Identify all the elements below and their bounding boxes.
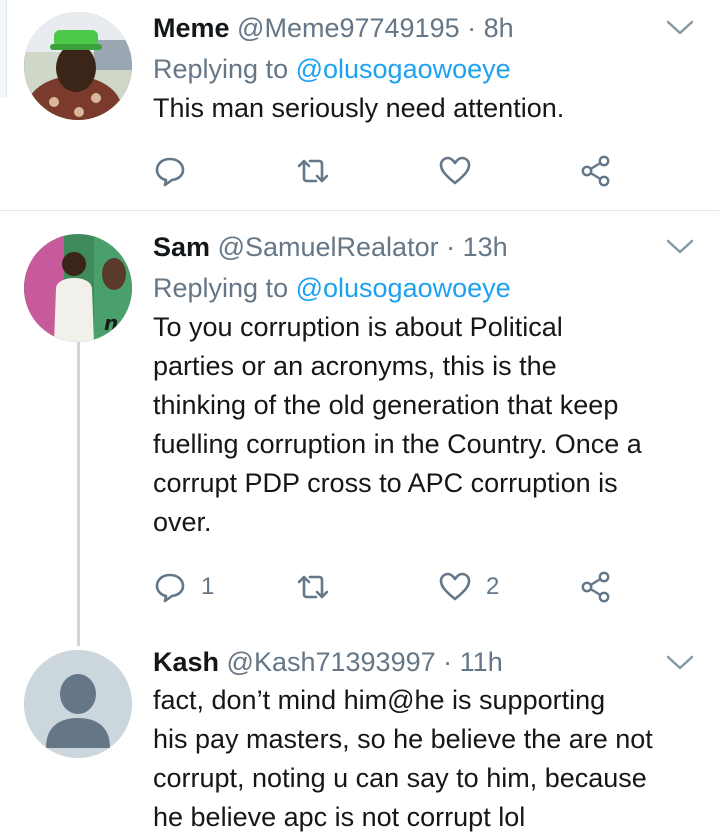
avatar-photo xyxy=(24,12,132,120)
like-button[interactable]: 2 xyxy=(438,567,499,607)
separator-dot: · xyxy=(446,232,456,262)
user-handle[interactable]: @SamuelRealator xyxy=(218,232,439,262)
tweet-text-line: over. xyxy=(153,507,212,537)
like-button[interactable] xyxy=(438,151,472,191)
retweet-icon xyxy=(297,159,329,183)
heart-icon xyxy=(439,156,471,185)
reply-count: 1 xyxy=(201,573,215,600)
reply-icon xyxy=(155,157,185,187)
tweet-text-line: parties or an acronyms, this is the xyxy=(153,351,557,381)
retweet-icon xyxy=(297,575,329,599)
tweet-text: fact, don’t mind him@he is supporting hi… xyxy=(153,681,699,837)
retweet-button[interactable] xyxy=(296,567,330,607)
avatar-photo: ne xyxy=(24,234,132,342)
tweet-text-line: fact, don’t mind him@he is supporting xyxy=(153,685,606,715)
tweet-text: To you corruption is about Political par… xyxy=(153,308,699,542)
avatar[interactable] xyxy=(24,650,132,758)
like-count: 2 xyxy=(486,573,500,600)
tweet-text-line: he believe apc is not corrupt lol xyxy=(153,802,526,832)
tweet-text-line: his pay masters, so he believe the are n… xyxy=(153,724,653,754)
separator-dot: · xyxy=(467,13,477,43)
tweet-text-line: corrupt, noting u can say to him, becaus… xyxy=(153,763,647,793)
chevron-down-icon[interactable] xyxy=(665,653,695,673)
tweet-text-line: fuelling corruption in the Country. Once… xyxy=(153,429,642,459)
display-name[interactable]: Sam xyxy=(153,232,210,262)
heart-icon xyxy=(439,572,471,601)
avatar[interactable]: ne xyxy=(24,234,132,342)
avatar[interactable] xyxy=(24,12,132,120)
reply-icon xyxy=(155,573,185,603)
tweet-actions: 1 2 xyxy=(153,567,633,607)
reply-button[interactable]: 1 xyxy=(153,567,214,607)
replying-to-prefix: Replying to xyxy=(153,273,296,303)
svg-text:ne: ne xyxy=(104,311,132,335)
separator-dot: · xyxy=(443,647,453,677)
reply-button[interactable] xyxy=(153,151,201,191)
share-button[interactable] xyxy=(579,151,613,191)
default-avatar-icon xyxy=(24,650,132,758)
display-name[interactable]: Kash xyxy=(153,647,219,677)
replying-to: Replying to @olusogaowoeye xyxy=(153,50,699,88)
mention-link[interactable]: @olusogaowoeye xyxy=(296,273,511,303)
timestamp[interactable]: 8h xyxy=(484,13,514,43)
tweet-text-line: corrupt PDP cross to APC corruption is xyxy=(153,468,618,498)
retweet-button[interactable] xyxy=(296,151,330,191)
share-icon xyxy=(581,155,610,187)
timestamp[interactable]: 11h xyxy=(460,647,503,677)
tweet-actions xyxy=(153,151,633,191)
chevron-down-icon[interactable] xyxy=(665,237,695,257)
tweet-text: This man seriously need attention. xyxy=(153,93,565,123)
user-handle[interactable]: @Kash71393997 xyxy=(227,647,436,677)
replying-to-prefix: Replying to xyxy=(153,54,296,84)
tweet-text-line: thinking of the old generation that keep xyxy=(153,390,619,420)
tweet-meme[interactable]: Meme @Meme97749195 · 8h Replying to @olu… xyxy=(0,0,719,211)
timestamp[interactable]: 13h xyxy=(463,232,508,262)
replying-to: Replying to @olusogaowoeye xyxy=(153,269,699,307)
tweet-sam[interactable]: ne Sam @SamuelRealator · 13h Replying to… xyxy=(0,211,719,641)
share-button[interactable] xyxy=(579,567,613,607)
user-handle[interactable]: @Meme97749195 xyxy=(237,13,460,43)
display-name[interactable]: Meme xyxy=(153,13,230,43)
tweet-text-line: To you corruption is about Political xyxy=(153,312,563,342)
chevron-down-icon[interactable] xyxy=(665,18,695,38)
tweet-kash[interactable]: Kash @Kash71393997 · 11h fact, don’t min… xyxy=(0,641,719,837)
mention-link[interactable]: @olusogaowoeye xyxy=(296,54,511,84)
share-icon xyxy=(581,571,610,603)
